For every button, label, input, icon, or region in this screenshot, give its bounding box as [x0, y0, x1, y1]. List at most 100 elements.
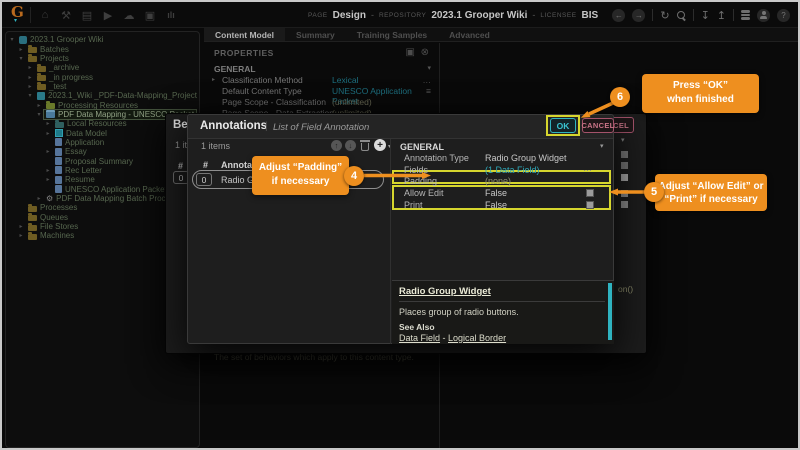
- refresh-icon[interactable]: ↻: [660, 9, 669, 22]
- close-icon[interactable]: ⊗: [421, 47, 429, 58]
- logo-caret-icon: ▾: [14, 17, 17, 24]
- ok-button[interactable]: OK: [550, 118, 576, 133]
- property-value[interactable]: Lexical: [332, 75, 358, 85]
- general-section-header[interactable]: GENERAL: [400, 142, 444, 152]
- checkbox[interactable]: [586, 201, 594, 209]
- items-count: 1 items: [201, 141, 230, 151]
- annotations-dialog: Annotations | List of Field Annotation O…: [187, 114, 614, 344]
- move-up-icon[interactable]: ↑: [331, 140, 342, 151]
- home-icon[interactable]: ⌂: [38, 9, 52, 21]
- property-action-icon[interactable]: ≡: [426, 86, 431, 96]
- database-icon[interactable]: [741, 10, 750, 20]
- search-icon[interactable]: [677, 11, 686, 20]
- property-row-default-content-type[interactable]: Default Content TypeUNESCO Application P…: [204, 86, 439, 97]
- expand-arrow-icon[interactable]: ▸: [26, 74, 34, 81]
- row-index-cell[interactable]: 0: [196, 173, 212, 186]
- checkbox[interactable]: [621, 151, 628, 158]
- chevron-down-icon[interactable]: ▾: [621, 136, 625, 144]
- doc-icon: [55, 166, 62, 174]
- expand-arrow-icon[interactable]: ▸: [44, 120, 52, 127]
- project-icon: [37, 92, 45, 100]
- chevron-down-icon[interactable]: ▾: [427, 64, 431, 72]
- property-row-page-scope-classification[interactable]: Page Scope - Classification(unlimited): [204, 97, 439, 108]
- cancel-button[interactable]: CANCEL: [582, 118, 614, 133]
- expand-arrow-icon[interactable]: ▾: [17, 55, 25, 62]
- user-icon[interactable]: [757, 9, 770, 22]
- checkbox[interactable]: [621, 174, 628, 181]
- expand-arrow-icon[interactable]: ▸: [26, 83, 34, 90]
- expand-arrow-icon[interactable]: ▸: [17, 223, 25, 230]
- callout-4-line2: if necessary: [252, 175, 349, 189]
- expand-arrow-icon[interactable]: ▸: [26, 64, 34, 71]
- tab-content-model[interactable]: Content Model: [204, 28, 285, 41]
- expand-arrow-icon[interactable]: ▸: [212, 76, 215, 83]
- grooper-logo[interactable]: G: [11, 3, 24, 21]
- property-row-classification-method[interactable]: ▸Classification MethodLexical…: [204, 75, 439, 86]
- forward-icon[interactable]: →: [632, 9, 645, 22]
- tab-training-samples[interactable]: Training Samples: [346, 28, 438, 41]
- data-field-link[interactable]: Data Field: [399, 333, 440, 343]
- property-action-icon[interactable]: …: [423, 75, 432, 85]
- scrollbar[interactable]: [608, 283, 612, 340]
- expand-arrow-icon[interactable]: ▾: [8, 36, 16, 43]
- repository-value[interactable]: 2023.1 Grooper Wiki: [431, 10, 527, 21]
- help-body: Places group of radio buttons.: [399, 307, 519, 317]
- page-label: PAGE: [308, 12, 328, 19]
- callout-4-line1: Adjust “Padding”: [252, 161, 349, 175]
- dialog-property-row-annotation-type[interactable]: Annotation TypeRadio Group Widget: [392, 153, 600, 165]
- move-down-icon[interactable]: ↓: [345, 140, 356, 151]
- delete-icon[interactable]: [361, 143, 369, 151]
- expand-arrow-icon[interactable]: ▸: [44, 176, 52, 183]
- expand-arrow-icon[interactable]: ▾: [26, 92, 34, 99]
- see-also-links: Data Field - Logical Border: [399, 333, 506, 343]
- separator: -: [532, 10, 535, 20]
- expand-arrow-icon[interactable]: ▸: [44, 167, 52, 174]
- ellipsis-icon[interactable]: …: [583, 163, 592, 173]
- divider: [390, 139, 391, 344]
- property-value[interactable]: (unlimited): [332, 97, 372, 107]
- expand-arrow-icon[interactable]: ▸: [17, 46, 25, 53]
- property-value[interactable]: (none): [485, 176, 511, 186]
- doc-icon: [55, 185, 62, 193]
- publish-icon[interactable]: ▶: [101, 9, 115, 22]
- expand-arrow-icon[interactable]: ▸: [35, 195, 43, 202]
- dialog-property-row-padding[interactable]: Padding(none): [392, 176, 600, 188]
- expand-arrow-icon[interactable]: ▸: [44, 130, 52, 137]
- tab-summary[interactable]: Summary: [285, 28, 346, 41]
- chevron-down-icon[interactable]: ▾: [600, 142, 604, 150]
- checkbox[interactable]: [621, 162, 628, 169]
- checkbox[interactable]: [586, 189, 594, 197]
- batches-icon[interactable]: ▤: [80, 9, 94, 22]
- back-icon[interactable]: ←: [612, 9, 625, 22]
- dialog-property-row-print[interactable]: PrintFalse: [392, 200, 600, 212]
- stats-icon[interactable]: ılı: [164, 10, 178, 20]
- expand-arrow-icon[interactable]: ▸: [44, 148, 52, 155]
- checkbox[interactable]: [621, 201, 628, 208]
- toolbox-icon[interactable]: ▣: [143, 9, 157, 22]
- download-icon[interactable]: ↧: [701, 9, 710, 22]
- property-value[interactable]: False: [485, 200, 507, 210]
- add-icon[interactable]: +: [374, 139, 386, 151]
- dialog-property-row-allow-edit[interactable]: Allow EditFalse: [392, 188, 600, 200]
- page-value[interactable]: Design: [333, 10, 366, 21]
- property-value[interactable]: Radio Group Widget: [485, 153, 567, 163]
- expand-arrow-icon[interactable]: ▸: [17, 232, 25, 239]
- property-value[interactable]: (1 Data Field): [485, 165, 540, 175]
- doc-icon: [55, 138, 62, 146]
- doc-icon: [55, 148, 62, 156]
- save-icon[interactable]: ▣: [406, 47, 415, 58]
- see-also-label: See Also: [399, 322, 435, 332]
- cloud-icon[interactable]: ☁: [122, 9, 136, 22]
- help-icon[interactable]: ?: [777, 9, 790, 22]
- logical-border-link[interactable]: Logical Border: [448, 333, 506, 343]
- general-section-header[interactable]: GENERAL: [214, 64, 256, 74]
- property-value[interactable]: False: [485, 188, 507, 198]
- tab-advanced[interactable]: Advanced: [438, 28, 501, 41]
- expand-arrow-icon[interactable]: ▾: [35, 111, 43, 118]
- dialog-property-row-fields[interactable]: Fields(1 Data Field)…: [392, 165, 600, 177]
- upload-icon[interactable]: ↥: [717, 9, 726, 22]
- separator: -: [371, 10, 374, 20]
- tools-icon[interactable]: ⚒: [59, 9, 73, 22]
- expand-arrow-icon[interactable]: ▸: [35, 102, 43, 109]
- checkbox[interactable]: [621, 190, 628, 197]
